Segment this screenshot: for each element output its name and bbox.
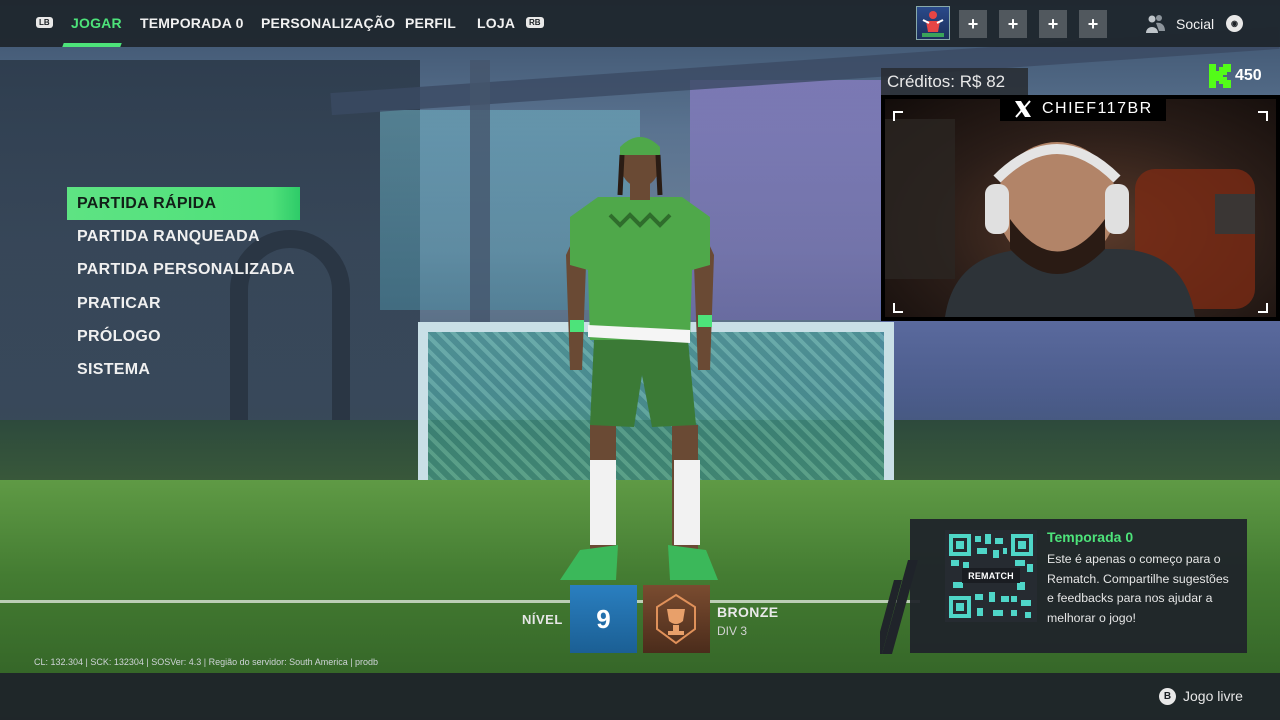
background-building-purple bbox=[690, 80, 890, 320]
streamer-silhouette bbox=[885, 119, 1255, 317]
menu-item-praticar[interactable]: PRATICAR bbox=[67, 287, 300, 320]
qr-rematch-logo: REMATCH bbox=[962, 568, 1020, 583]
b-button-icon[interactable]: B bbox=[1159, 688, 1176, 705]
right-stick-button-icon[interactable]: ◉ bbox=[1226, 15, 1243, 32]
menu-item-partida-ranqueada[interactable]: PARTIDA RANQUEADA bbox=[67, 220, 300, 253]
build-version-info: CL: 132.304 | SCK: 132304 | SOSVer: 4.3 … bbox=[34, 657, 379, 667]
field-line bbox=[0, 600, 920, 603]
rank-tier: BRONZE bbox=[717, 604, 779, 620]
frame-corner bbox=[893, 111, 903, 121]
frame-corner bbox=[1258, 111, 1268, 121]
party-slot-add-3[interactable]: + bbox=[1039, 10, 1067, 38]
bronze-trophy-icon bbox=[656, 593, 696, 645]
level-badge: 9 bbox=[570, 585, 637, 653]
menu-item-prologo[interactable]: PRÓLOGO bbox=[67, 320, 300, 353]
party-slot-add-1[interactable]: + bbox=[959, 10, 987, 38]
menu-item-partida-personalizada[interactable]: PARTIDA PERSONALIZADA bbox=[67, 253, 300, 286]
rank-division: DIV 3 bbox=[717, 624, 748, 638]
background-post bbox=[470, 60, 490, 330]
frame-corner bbox=[893, 303, 903, 313]
player-avatar-icon bbox=[922, 11, 944, 37]
credits-label: Créditos: R$ 82 bbox=[881, 68, 1028, 96]
tab-perfil[interactable]: PERFIL bbox=[405, 15, 456, 31]
social-people-icon[interactable] bbox=[1144, 13, 1166, 35]
tab-personalizacao[interactable]: PERSONALIZAÇÃO bbox=[261, 15, 395, 31]
player-avatar[interactable] bbox=[916, 6, 950, 40]
frame-corner bbox=[1258, 303, 1268, 313]
tab-temporada[interactable]: TEMPORADA 0 bbox=[140, 15, 244, 31]
webcam-feed bbox=[885, 99, 1276, 317]
level-label: NÍVEL bbox=[522, 612, 563, 627]
streamer-handle-text: CHIEF117BR bbox=[1042, 99, 1153, 117]
active-tab-indicator bbox=[62, 43, 122, 47]
x-logo-icon bbox=[1015, 99, 1031, 118]
lb-button-icon[interactable]: LB bbox=[36, 17, 53, 28]
season-title: Temporada 0 bbox=[1047, 529, 1134, 545]
menu-item-sistema[interactable]: SISTEMA bbox=[67, 353, 300, 386]
rank-emblem bbox=[643, 585, 710, 653]
streamer-handle: CHIEF117BR bbox=[1000, 96, 1166, 121]
social-label[interactable]: Social bbox=[1176, 16, 1214, 32]
top-navigation-bar: LB JOGAR TEMPORADA 0 PERSONALIZAÇÃO PERF… bbox=[0, 0, 1280, 47]
webcam-overlay bbox=[881, 95, 1280, 321]
menu-item-partida-rapida[interactable]: PARTIDA RÁPIDA bbox=[67, 187, 300, 220]
free-play-action[interactable]: Jogo livre bbox=[1183, 688, 1243, 704]
party-slot-add-4[interactable]: + bbox=[1079, 10, 1107, 38]
season-description: Este é apenas o começo para o Rematch. C… bbox=[1047, 552, 1229, 625]
tab-loja[interactable]: LOJA bbox=[477, 15, 515, 31]
rb-button-icon[interactable]: RB bbox=[526, 17, 544, 28]
tab-jogar[interactable]: JOGAR bbox=[71, 15, 122, 31]
kick-logo-icon bbox=[1209, 64, 1231, 88]
bottom-bar bbox=[0, 673, 1280, 720]
player-character bbox=[560, 137, 718, 580]
kick-follower-count: 450 bbox=[1235, 67, 1262, 84]
party-slot-add-2[interactable]: + bbox=[999, 10, 1027, 38]
